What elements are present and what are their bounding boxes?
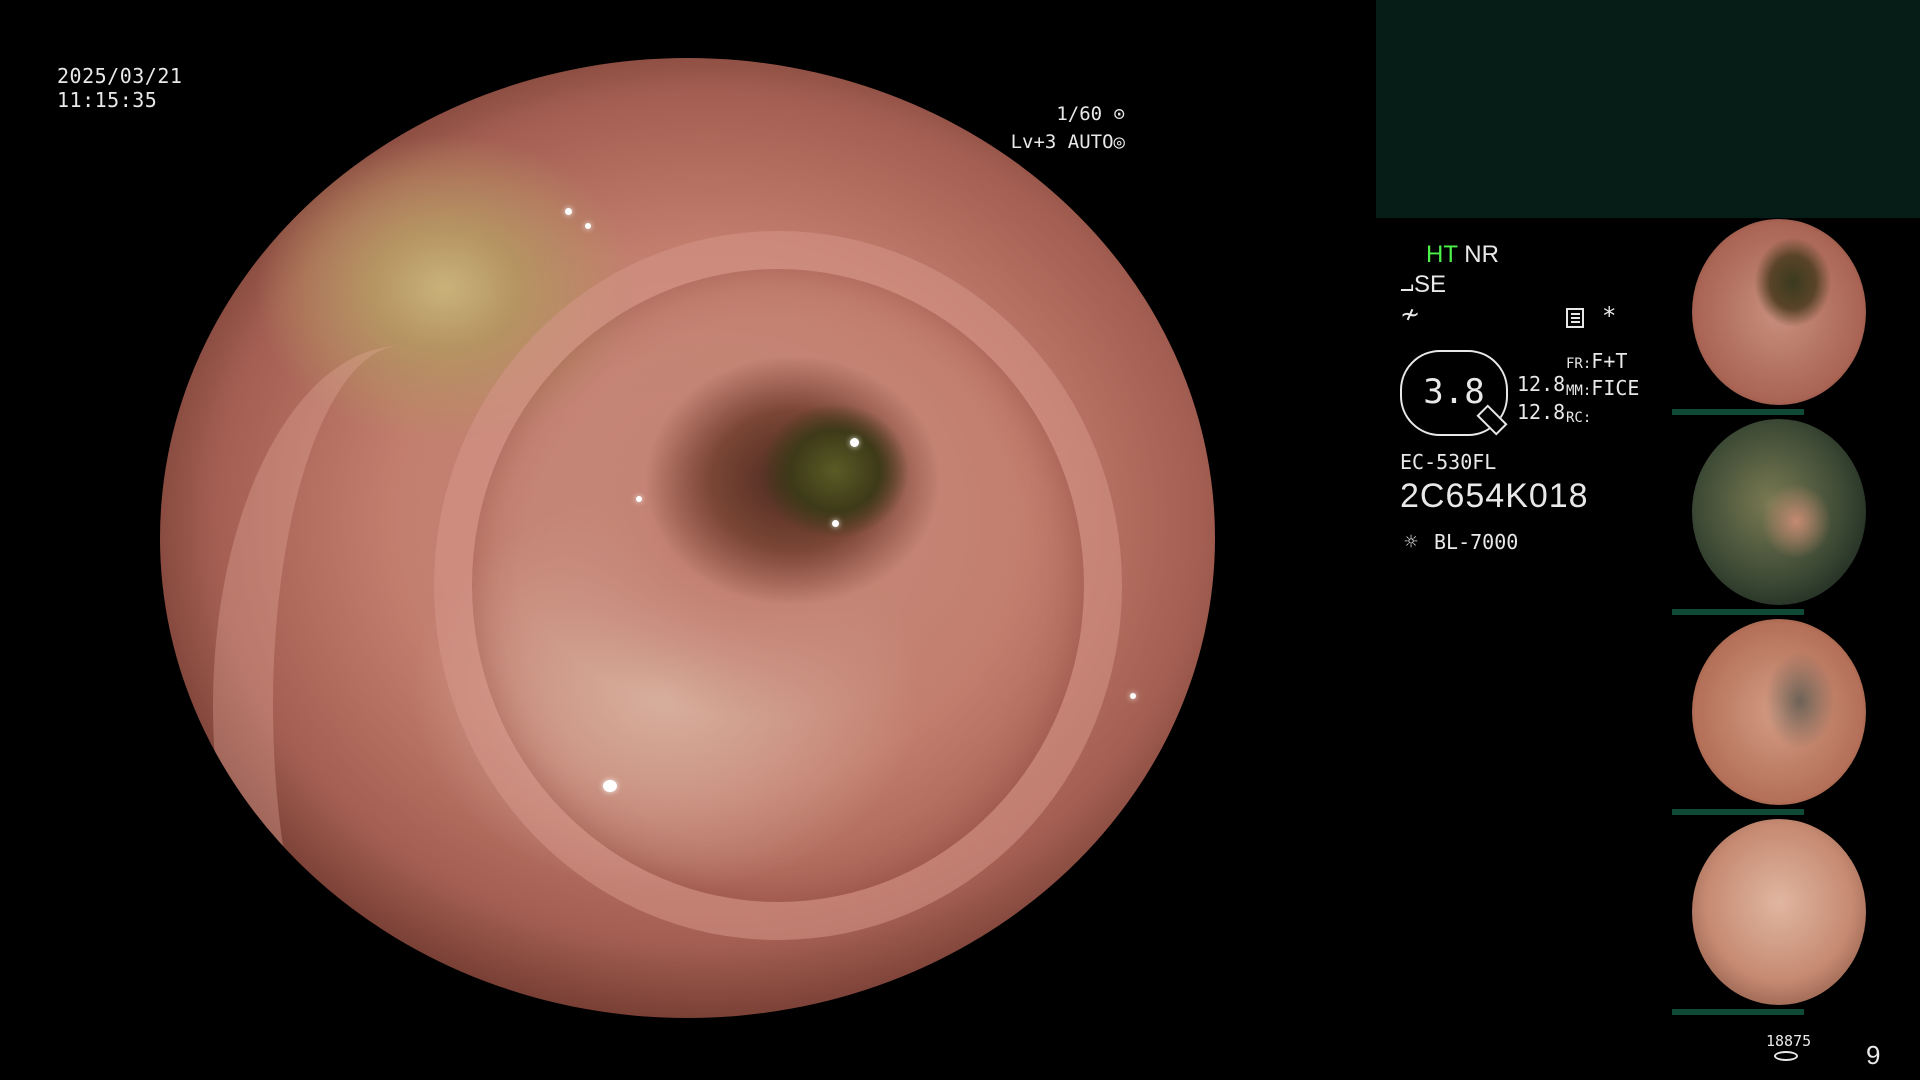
exposure-mode: AUTO: [1067, 131, 1114, 153]
captured-thumbnail[interactable]: [1670, 415, 1920, 615]
fr-key: FR:: [1566, 356, 1592, 372]
se-indicator: SE: [1414, 271, 1447, 298]
page-number: 9: [1866, 1040, 1881, 1070]
captured-thumbnail[interactable]: [1670, 815, 1920, 1015]
scope-model: EC-530FL: [1400, 450, 1497, 474]
iris-icon: ◎: [1113, 131, 1125, 153]
shutter-icon: ⊙: [1102, 103, 1125, 125]
light-reflection: [565, 208, 572, 215]
light-reflection: [1130, 693, 1136, 699]
time-text: 11:15:35: [57, 88, 158, 112]
light-reflection: [230, 168, 236, 174]
thumbnail-image: [1692, 819, 1866, 1005]
light-reflection: [585, 223, 591, 229]
gamma-icon: ≁: [1400, 301, 1421, 328]
sun-icon: ☼: [1404, 530, 1418, 555]
light-reflection: [850, 438, 859, 447]
mm-key: MM:: [1566, 383, 1592, 399]
thumbnail-bar: [1672, 1009, 1804, 1015]
captured-thumbnail[interactable]: [1670, 615, 1920, 815]
endoscope-live-view: [160, 58, 1215, 1018]
value-a: 12.8: [1517, 372, 1566, 396]
image-count: 18875: [1766, 1032, 1812, 1050]
brightness-level: Lv+3: [1010, 131, 1057, 153]
zoom-values: 12.8 12.8: [1517, 370, 1565, 426]
mm-value: FICE: [1591, 376, 1640, 400]
thumbnail-image: [1692, 219, 1866, 405]
light-reflection: [636, 496, 642, 502]
light-source-label: BL-7000: [1434, 530, 1519, 554]
timestamp: 2025/03/21 11:15:35: [57, 64, 182, 112]
processor-settings: HT NR ⨼SE ≁: [1400, 240, 1700, 330]
scope-serial: 2C654K018: [1400, 477, 1589, 515]
info-panel-header: [1376, 0, 1920, 218]
thumbnail-image: [1692, 619, 1866, 805]
star-marker: *: [1602, 302, 1617, 330]
menu-icon: [1566, 308, 1584, 328]
rc-key: RC:: [1566, 410, 1592, 426]
nr-indicator: NR: [1464, 241, 1499, 268]
fr-value: F+T: [1591, 349, 1628, 373]
image-counter: 18875: [1766, 1032, 1811, 1061]
light-reflection: [832, 520, 839, 527]
mode-list: FR:F+T MM:FICE RC:: [1566, 349, 1639, 430]
enhancement-value: 3.8: [1423, 372, 1485, 412]
value-b: 12.8: [1517, 400, 1566, 424]
ht-indicator: HT: [1426, 241, 1458, 268]
light-source: ☼ BL-7000: [1400, 530, 1518, 555]
light-reflection: [603, 780, 617, 792]
storage-icon: [1774, 1051, 1798, 1061]
date-text: 2025/03/21: [57, 64, 183, 88]
shutter-speed: 1/60: [1056, 103, 1103, 125]
exposure-readout: 1/60 ⊙ Lv+3 AUTO◎: [1011, 100, 1125, 156]
captured-images-strip: [1670, 215, 1920, 1015]
captured-thumbnail[interactable]: [1670, 215, 1920, 415]
thumbnail-image: [1692, 419, 1866, 605]
structure-enhance-icon: ⨼: [1400, 271, 1415, 298]
